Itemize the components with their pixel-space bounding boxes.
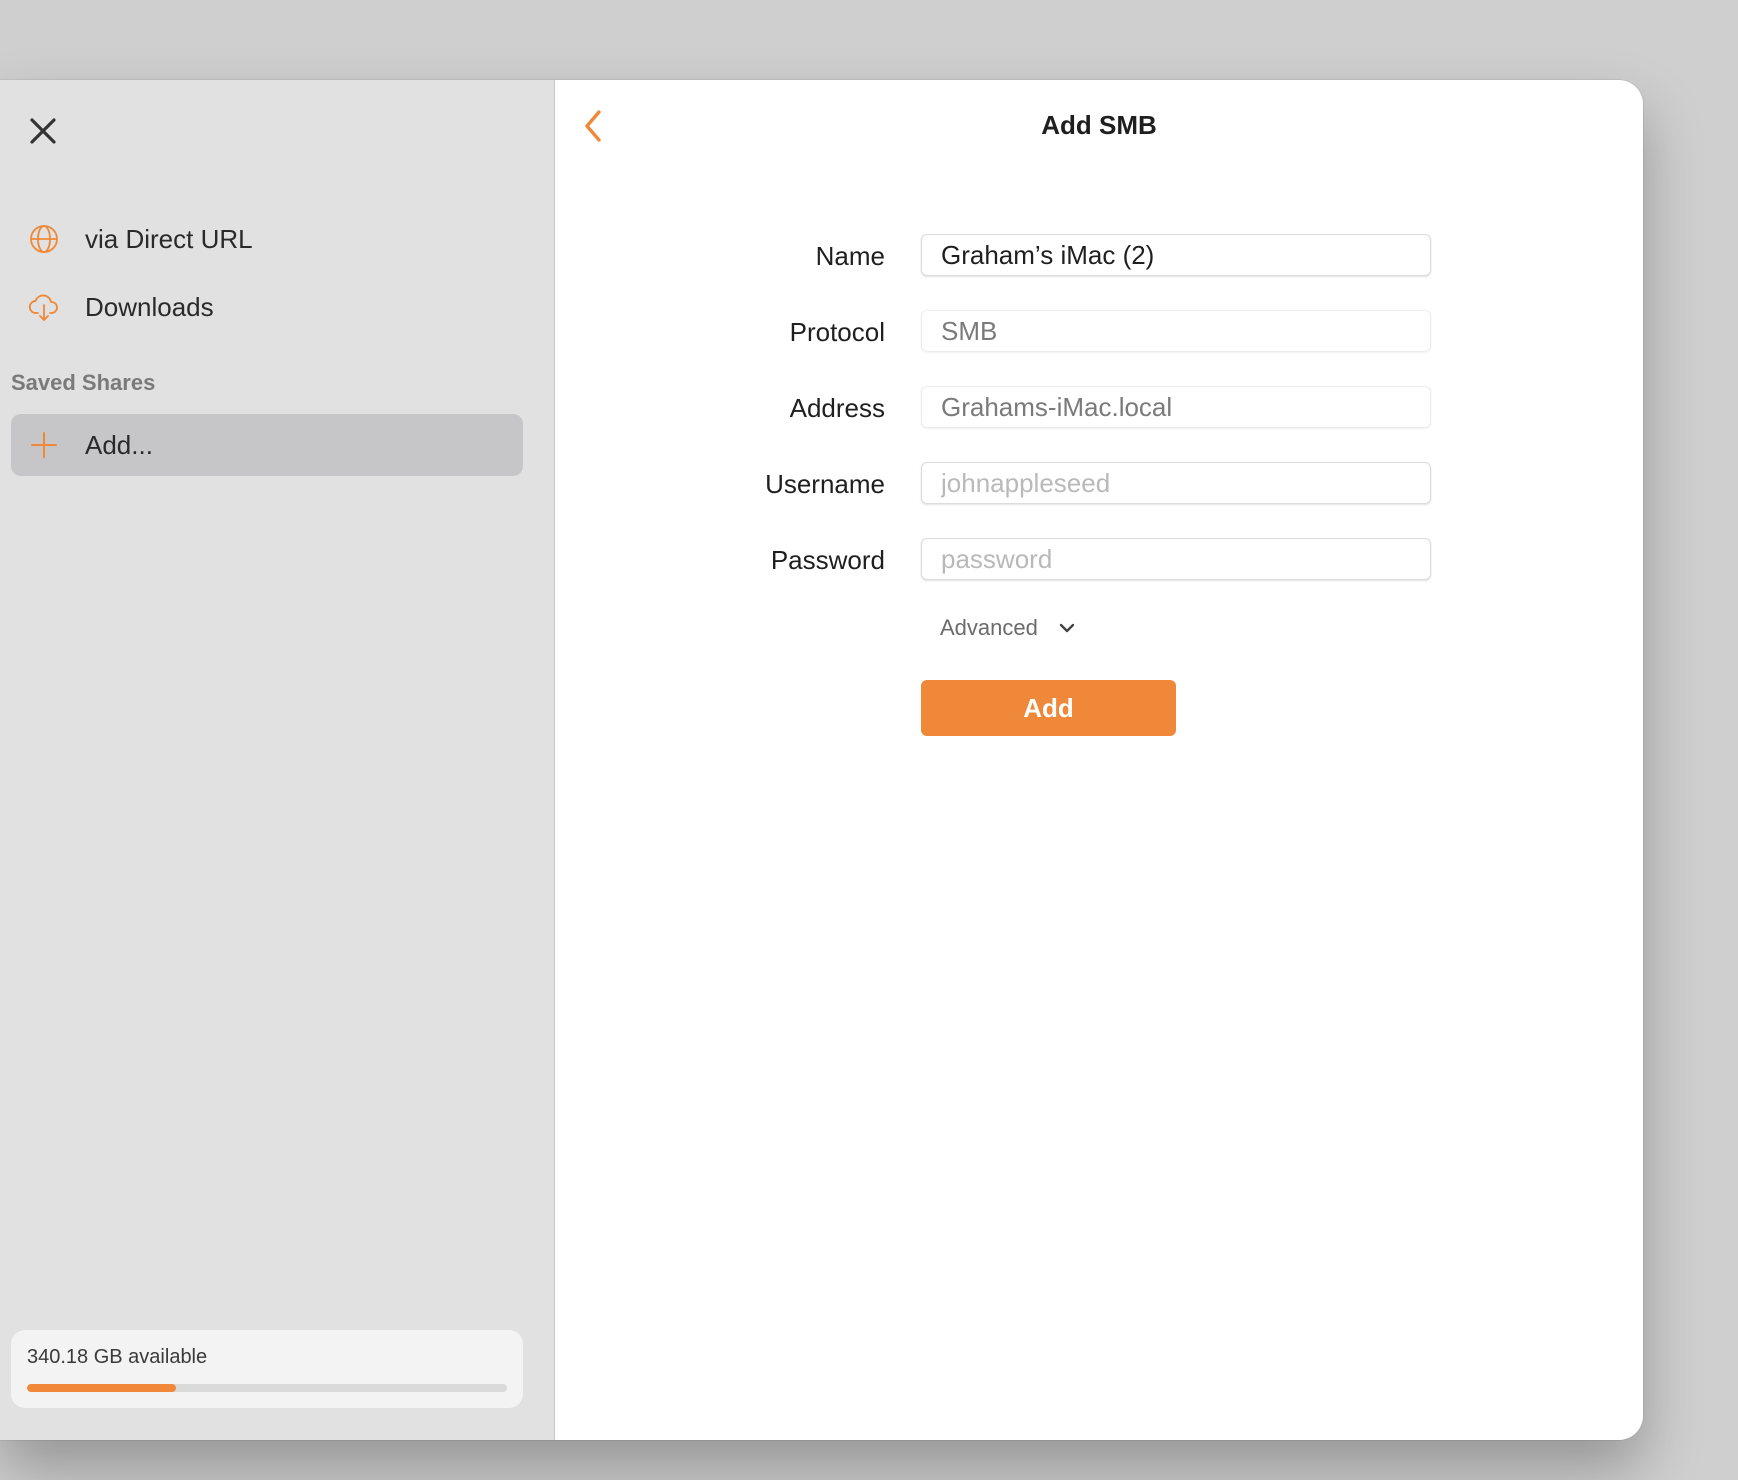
app-window: via Direct URL Downloads Saved Shares Ad… xyxy=(0,80,1643,1440)
add-button[interactable]: Add xyxy=(921,680,1176,736)
page-title: Add SMB xyxy=(1041,110,1157,140)
cloud-download-icon xyxy=(26,289,62,325)
username-field[interactable] xyxy=(921,462,1431,504)
plus-icon xyxy=(26,427,62,463)
advanced-label: Advanced xyxy=(940,615,1038,640)
sidebar-item-label: Downloads xyxy=(85,291,214,322)
username-label: Username xyxy=(765,469,885,499)
name-field[interactable] xyxy=(921,234,1431,276)
storage-indicator: 340.18 GB available xyxy=(11,1330,523,1408)
sidebar-item-downloads[interactable]: Downloads xyxy=(11,276,523,338)
address-label: Address xyxy=(789,393,885,423)
main-panel: Add SMB Name Protocol Address Username P… xyxy=(555,80,1643,1440)
sidebar-item-label: via Direct URL xyxy=(85,223,253,254)
address-row: Address xyxy=(555,386,1643,430)
password-field[interactable] xyxy=(921,538,1431,580)
address-field xyxy=(921,386,1431,428)
storage-available-text: 340.18 GB available xyxy=(27,1346,208,1368)
saved-shares-heading: Saved Shares xyxy=(11,370,156,395)
protocol-row: Protocol xyxy=(555,310,1643,354)
name-row: Name xyxy=(555,234,1643,278)
advanced-toggle[interactable]: Advanced xyxy=(940,615,1076,641)
username-row: Username xyxy=(555,462,1643,506)
password-row: Password xyxy=(555,538,1643,582)
globe-icon xyxy=(26,221,62,257)
sidebar-item-direct-url[interactable]: via Direct URL xyxy=(11,208,523,270)
storage-bar xyxy=(27,1384,507,1392)
close-icon xyxy=(30,118,56,144)
sidebar-item-label: Add... xyxy=(85,429,153,460)
sidebar: via Direct URL Downloads Saved Shares Ad… xyxy=(0,80,555,1440)
chevron-down-icon xyxy=(1059,623,1075,633)
protocol-label: Protocol xyxy=(789,317,885,347)
protocol-field xyxy=(921,310,1431,352)
close-button[interactable] xyxy=(26,114,60,148)
password-label: Password xyxy=(770,545,885,575)
sidebar-item-add[interactable]: Add... xyxy=(11,414,523,476)
name-label: Name xyxy=(815,241,885,271)
storage-bar-fill xyxy=(27,1384,176,1392)
